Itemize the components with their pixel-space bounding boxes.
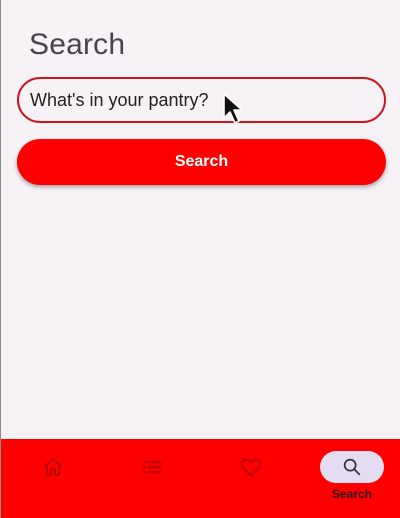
search-button[interactable]: Search (17, 139, 386, 185)
nav-item-home[interactable] (21, 451, 85, 507)
nav-pill (120, 451, 184, 483)
nav-item-search[interactable]: Search (320, 451, 384, 507)
mouse-pointer-icon (223, 93, 243, 124)
nav-pill (21, 451, 85, 483)
list-icon (143, 461, 161, 474)
app-screen: Search Search (0, 0, 400, 518)
search-input[interactable] (30, 89, 384, 111)
bottom-navigation-bar: Search (1, 439, 400, 518)
nav-label-search: Search (331, 487, 373, 501)
page-title: Search (29, 28, 126, 61)
nav-pill-active (320, 451, 384, 483)
heart-icon (241, 458, 261, 476)
nav-pill (219, 451, 283, 483)
pantry-search-field[interactable] (17, 77, 386, 123)
nav-item-favorites[interactable] (219, 451, 283, 507)
home-icon (44, 458, 62, 476)
search-icon (343, 458, 361, 476)
nav-item-list[interactable] (120, 451, 184, 507)
